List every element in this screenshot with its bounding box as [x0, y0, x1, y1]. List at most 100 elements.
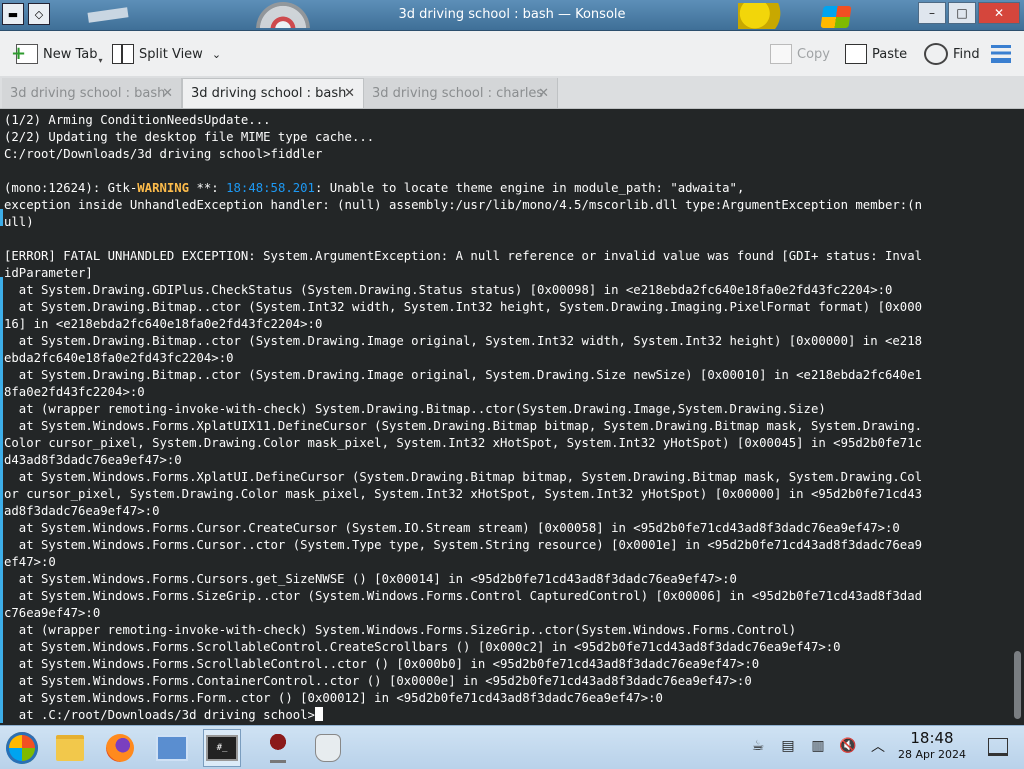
chevron-down-icon: ⌄ — [211, 47, 222, 61]
notes-icon[interactable]: ▥ — [810, 737, 826, 755]
maximize-button[interactable]: □ — [948, 2, 976, 24]
cup-icon[interactable]: ☕ — [750, 737, 766, 755]
windows-start-icon — [6, 732, 38, 764]
dropdown-arrow-icon: ▾ — [98, 55, 103, 65]
clock-time: 18:48 — [910, 729, 954, 747]
terminal-line: at System.Windows.Forms.ContainerControl… — [4, 674, 752, 688]
hamburger-menu-button[interactable] — [991, 43, 1011, 65]
show-desktop-icon[interactable] — [988, 738, 1008, 756]
close-tab-icon[interactable]: ✕ — [538, 86, 549, 101]
tab-bar: 3d driving school : bash ✕ 3d driving sc… — [0, 76, 1024, 109]
terminal-output[interactable]: (1/2) Arming ConditionNeedsUpdate... (2/… — [0, 109, 1012, 725]
split-view-button[interactable]: Split View ⌄ — [112, 43, 221, 65]
terminal-line: at System.Windows.Forms.Cursor.CreateCur… — [4, 521, 900, 535]
terminal-line: at System.Windows.Forms.XplatUIX11.Defin… — [4, 419, 923, 433]
terminal-line: exception inside UnhandledException hand… — [4, 198, 923, 212]
taskbar-firefox[interactable] — [101, 729, 139, 767]
start-button[interactable] — [3, 729, 41, 767]
terminal-line: ebda2fc640e18fa0e2fd43fc2204>:0 — [4, 351, 234, 365]
new-tab-label: New Tab — [43, 46, 98, 62]
tab-bash-2[interactable]: 3d driving school : bash ✕ — [182, 78, 364, 108]
terminal-line: at System.Windows.Forms.Cursors.get_Size… — [4, 572, 737, 586]
jug-icon — [315, 734, 341, 762]
system-tray: ☕ ▤ ▥ 🔇 ︿ — [750, 737, 886, 755]
line-marker — [0, 209, 3, 226]
window-title: 3d driving school : bash — Konsole — [398, 7, 626, 22]
warning-time: 18:48:58.201 — [226, 181, 315, 195]
scrollbar-thumb[interactable] — [1014, 651, 1021, 719]
terminal-line: ull) — [4, 215, 34, 229]
copy-button[interactable]: Copy — [770, 43, 830, 65]
copy-icon — [770, 44, 792, 64]
new-tab-button[interactable]: New Tab ▾ — [11, 43, 107, 65]
terminal-line: 8fa0e2fd43fc2204>:0 — [4, 385, 145, 399]
clock-date: 28 Apr 2024 — [897, 748, 966, 761]
terminal-line: C:/root/Downloads/3d driving school>fidd… — [4, 147, 323, 161]
terminal-line: (2/2) Updating the desktop file MIME typ… — [4, 130, 375, 144]
terminal-line: idParameter] — [4, 266, 93, 280]
monitor-icon — [156, 735, 188, 761]
clock[interactable]: 18:48 28 Apr 2024 — [880, 729, 984, 763]
taskbar-jug-app[interactable] — [309, 729, 347, 767]
search-icon — [924, 43, 948, 65]
toolbar: New Tab ▾ Split View ⌄ Copy Paste Find — [0, 31, 1024, 76]
terminal-line: [ERROR] FATAL UNHANDLED EXCEPTION: Syste… — [4, 249, 923, 263]
tab-bash-1[interactable]: 3d driving school : bash ✕ — [2, 78, 182, 108]
line-marker — [0, 277, 3, 723]
taskbar-system-monitor[interactable] — [153, 729, 191, 767]
terminal-line: Color cursor_pixel, System.Drawing.Color… — [4, 436, 923, 450]
terminal-line: at System.Drawing.Bitmap..ctor (System.D… — [4, 368, 923, 382]
terminal-line: (1/2) Arming ConditionNeedsUpdate... — [4, 113, 271, 127]
terminal-line: at System.Drawing.GDIPlus.CheckStatus (S… — [4, 283, 893, 297]
close-button[interactable]: ✕ — [978, 2, 1020, 24]
tab-label: 3d driving school : charles — [372, 85, 544, 101]
wine-glass-icon — [270, 733, 286, 763]
terminal-line: at System.Windows.Forms.ScrollableContro… — [4, 657, 760, 671]
split-view-label: Split View — [139, 46, 203, 62]
firefox-icon — [106, 734, 134, 762]
terminal-line: or cursor_pixel, System.Drawing.Color ma… — [4, 487, 923, 501]
terminal-warning-line: (mono:12624): Gtk-WARNING **: 18:48:58.2… — [4, 180, 1012, 197]
terminal-line: ad8f3dadc76ea9ef47>:0 — [4, 504, 160, 518]
paste-label: Paste — [872, 46, 908, 62]
volume-muted-icon[interactable]: 🔇 — [839, 737, 856, 755]
taskbar-file-manager[interactable] — [51, 729, 89, 767]
terminal-prompt-line[interactable]: at .C:/root/Downloads/3d driving school> — [4, 707, 1012, 724]
terminal-line: at System.Windows.Forms.XplatUI.DefineCu… — [4, 470, 923, 484]
terminal-scrollbar[interactable] — [1012, 109, 1024, 725]
terminal-line: at System.Windows.Forms.Form..ctor () [0… — [4, 691, 663, 705]
prompt-text: at .C:/root/Downloads/3d driving school> — [4, 708, 315, 722]
taskbar-konsole[interactable]: #_ — [203, 729, 241, 767]
terminal-line: at System.Windows.Forms.SizeGrip..ctor (… — [4, 589, 923, 603]
find-button[interactable]: Find — [924, 43, 980, 65]
tab-label: 3d driving school : bash — [191, 86, 347, 101]
terminal-line: ef47>:0 — [4, 555, 56, 569]
tab-label: 3d driving school : bash — [10, 85, 166, 101]
menu-icon — [991, 45, 1011, 63]
terminal-line: c76ea9ef47>:0 — [4, 606, 101, 620]
close-tab-icon[interactable]: ✕ — [344, 86, 355, 101]
taskbar-wine[interactable] — [259, 729, 297, 767]
warning-stars: **: — [189, 181, 227, 195]
tab-charles[interactable]: 3d driving school : charles ✕ — [364, 78, 558, 108]
find-label: Find — [953, 46, 980, 62]
paste-icon — [845, 44, 867, 64]
terminal-line: 16] in <e218ebda2fc640e18fa0e2fd43fc2204… — [4, 317, 323, 331]
folder-icon — [56, 735, 84, 761]
text-cursor — [314, 707, 323, 721]
terminal-icon: #_ — [206, 735, 238, 761]
warning-prefix: (mono:12624): Gtk- — [4, 181, 138, 195]
terminal-line: at System.Windows.Forms.ScrollableContro… — [4, 640, 841, 654]
split-view-icon — [112, 44, 134, 64]
minimize-button[interactable]: – — [918, 2, 946, 24]
close-tab-icon[interactable]: ✕ — [162, 86, 173, 101]
terminal-line: at (wrapper remoting-invoke-with-check) … — [4, 623, 797, 637]
terminal-line: d43ad8f3dadc76ea9ef47>:0 — [4, 453, 182, 467]
window-titlebar[interactable]: ▬ ◇ 3d driving school : bash — Konsole –… — [0, 0, 1024, 31]
paste-button[interactable]: Paste — [845, 43, 907, 65]
terminal-line: at (wrapper remoting-invoke-with-check) … — [4, 402, 826, 416]
clipboard-icon[interactable]: ▤ — [780, 737, 796, 755]
taskbar: #_ ☕ ▤ ▥ 🔇 ︿ 18:48 28 Apr 2024 — [0, 725, 1024, 769]
